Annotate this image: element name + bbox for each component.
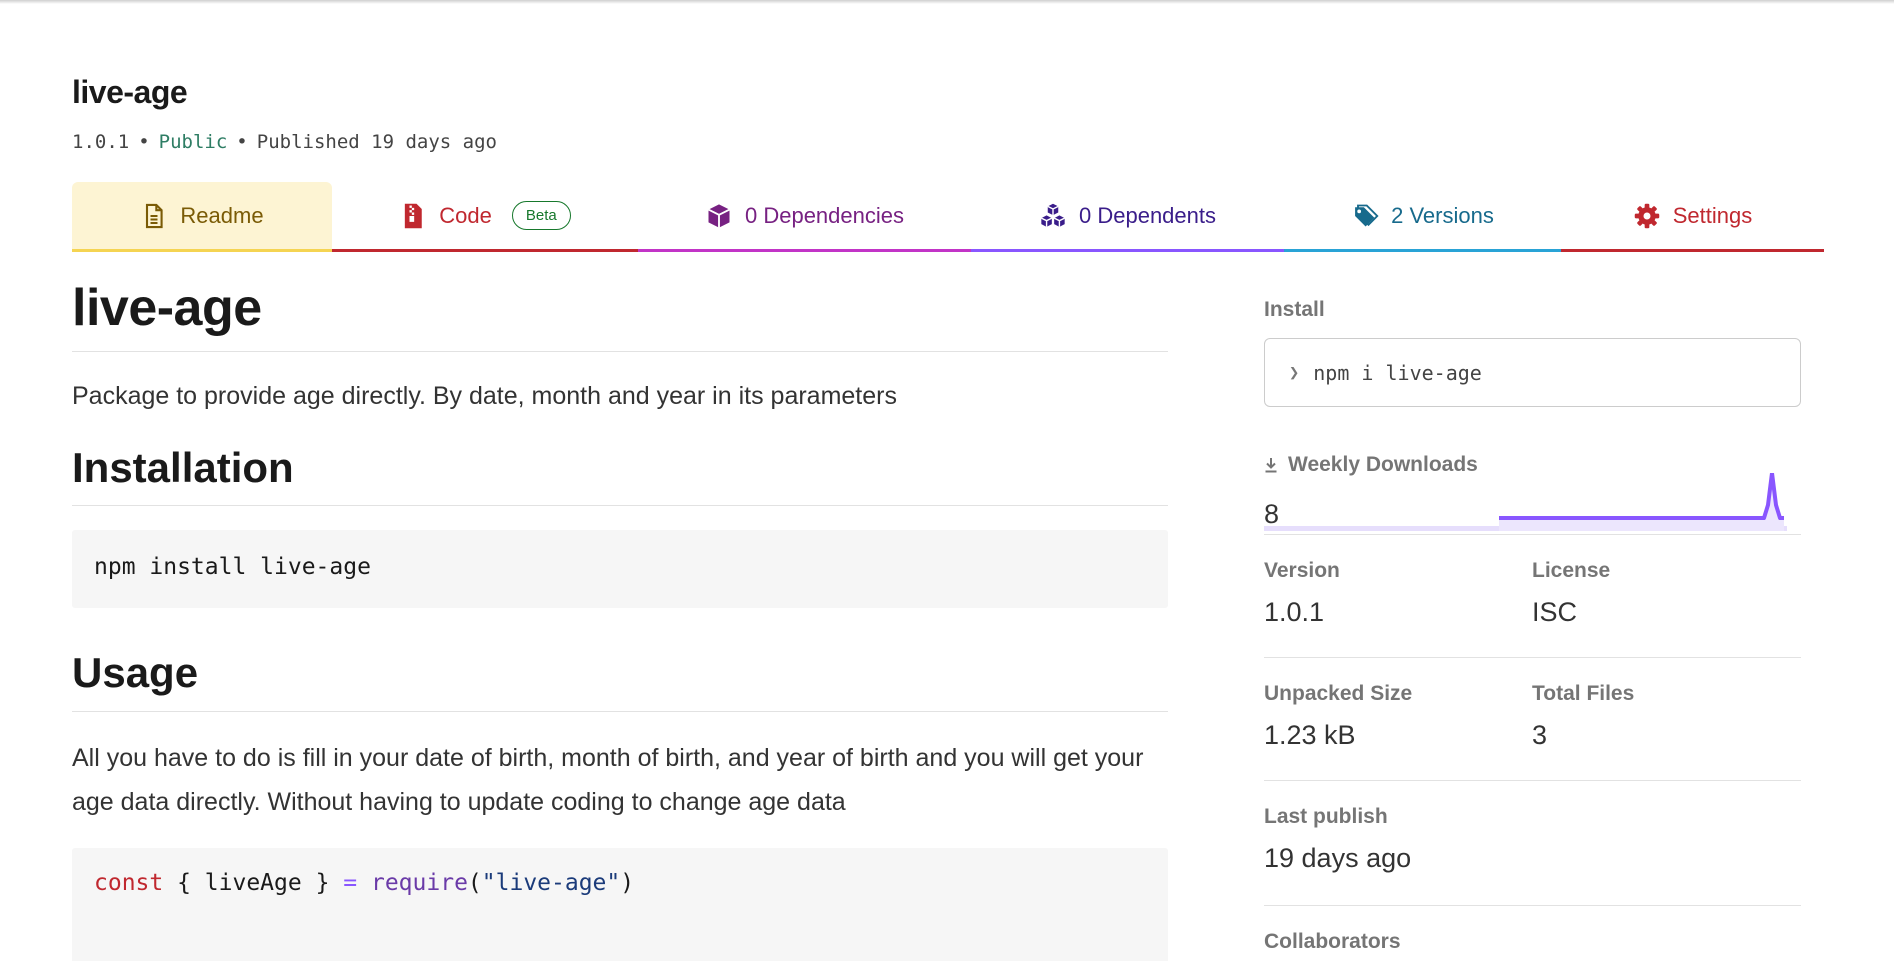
tab-readme[interactable]: Readme <box>72 182 332 252</box>
usage-heading: Usage <box>72 650 1168 712</box>
code-destructure: { liveAge } <box>163 869 344 896</box>
weekly-downloads: Weekly Downloads 8 <box>1264 453 1801 535</box>
file-text-icon <box>146 203 164 228</box>
code-string: "live-age" <box>481 869 621 896</box>
tab-versions[interactable]: 2 Versions <box>1284 182 1561 252</box>
downloads-sparkline <box>1264 473 1787 531</box>
package-visibility: Public <box>158 131 228 153</box>
package-header: live-age 1.0.1 • Public • Published 19 days … <box>72 74 497 153</box>
usage-text: All you have to do is fill in your date … <box>72 743 1144 816</box>
license-stat: License ISC <box>1532 559 1800 657</box>
tab-dependents-label: 0 Dependents <box>1079 202 1216 228</box>
tab-dependencies-label: 0 Dependencies <box>744 202 904 228</box>
package-version: 1.0.1 <box>72 131 130 153</box>
last-publish-stat: Last publish 19 days ago <box>1264 781 1801 906</box>
tags-icon <box>1355 204 1379 226</box>
meta-separator: • <box>138 131 150 153</box>
readme-description: Package to provide age directly. By date… <box>72 382 897 411</box>
box-icon <box>708 203 730 228</box>
tab-code-label: Code <box>439 202 492 228</box>
install-code-block: npm install live-age <box>72 530 1168 609</box>
sparkline-line <box>1499 473 1784 520</box>
top-edge-shadow <box>0 0 1894 4</box>
boxes-icon <box>1041 203 1065 227</box>
last-publish-label: Last publish <box>1264 805 1388 828</box>
code-operator: = <box>343 869 358 896</box>
license-label: License <box>1532 559 1611 582</box>
file-zip-icon <box>405 203 423 228</box>
total-files-label: Total Files <box>1532 682 1635 705</box>
usage-code-block: const { liveAge } = require("live-age") <box>72 847 1168 961</box>
tab-code[interactable]: Code Beta <box>332 182 638 252</box>
total-files-stat: Total Files 3 <box>1532 682 1800 780</box>
tab-versions-label: 2 Versions <box>1391 202 1494 228</box>
tab-readme-label: Readme <box>180 202 264 228</box>
last-publish-value: 19 days ago <box>1264 843 1412 873</box>
terminal-prompt-icon: ❯ <box>1289 362 1300 383</box>
readme-title: live-age <box>72 279 1168 353</box>
install-command-box[interactable]: ❯ npm i live-age <box>1264 338 1801 407</box>
license-value: ISC <box>1532 597 1578 627</box>
installation-heading: Installation <box>72 445 1168 507</box>
tab-dependents[interactable]: 0 Dependents <box>971 182 1284 252</box>
package-published: Published 19 days ago <box>256 131 497 153</box>
install-label: Install <box>1264 298 1325 321</box>
tab-settings[interactable]: Settings <box>1561 182 1824 252</box>
collaborators-section: Collaborators <box>1264 906 1801 954</box>
size-files-row: Unpacked Size 1.23 kB Total Files 3 <box>1264 658 1801 781</box>
unpacked-size-value: 1.23 kB <box>1264 720 1356 750</box>
version-value: 1.0.1 <box>1264 597 1325 627</box>
beta-badge: Beta <box>511 201 571 230</box>
install-command: npm i live-age <box>1313 360 1482 385</box>
gear-icon <box>1634 203 1659 228</box>
tab-settings-label: Settings <box>1672 202 1753 228</box>
collaborators-label: Collaborators <box>1264 930 1401 953</box>
sparkline-area <box>1499 473 1784 531</box>
version-label: Version <box>1264 559 1340 582</box>
package-tabs: Readme Code Beta 0 Dependencies 0 Depend… <box>72 182 1824 252</box>
code-paren-open: ( <box>467 869 482 896</box>
code-keyword: const <box>94 869 164 896</box>
meta-separator: • <box>236 131 248 153</box>
package-name: live-age <box>72 74 188 110</box>
unpacked-size-stat: Unpacked Size 1.23 kB <box>1264 682 1532 780</box>
code-paren-close: ) <box>620 869 635 896</box>
total-files-value: 3 <box>1532 720 1548 750</box>
download-icon <box>1265 458 1277 473</box>
unpacked-size-label: Unpacked Size <box>1264 682 1413 705</box>
version-stat: Version 1.0.1 <box>1264 559 1532 657</box>
version-license-row: Version 1.0.1 License ISC <box>1264 535 1801 658</box>
code-function: require <box>370 869 468 896</box>
package-sidebar: Install ❯ npm i live-age Weekly Download… <box>1264 298 1801 954</box>
tab-dependencies[interactable]: 0 Dependencies <box>638 182 971 252</box>
readme-content: live-age Package to provide age directly… <box>72 279 1168 961</box>
package-meta: 1.0.1 • Public • Published 19 days ago <box>72 131 497 153</box>
